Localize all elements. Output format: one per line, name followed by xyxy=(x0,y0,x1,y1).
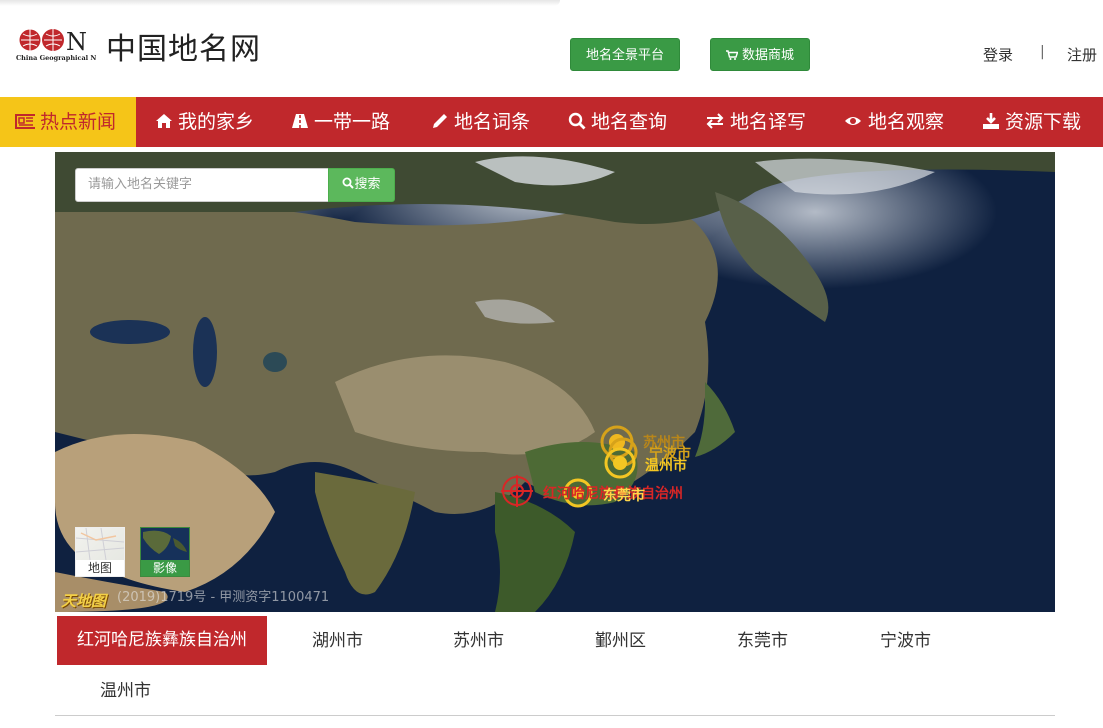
nav-label: 热点新闻 xyxy=(40,111,117,133)
marker-label-dongguan[interactable]: 东莞市 xyxy=(603,485,645,505)
logo-letter-n: N xyxy=(66,28,87,56)
nav-item-observation[interactable]: 地名观察 xyxy=(843,97,944,147)
city-tabs: 红河哈尼族彝族自治州 湖州市 苏州市 鄞州区 东莞市 宁波市 温州市 xyxy=(55,612,1055,716)
tianditu-logo: 天地图 xyxy=(61,592,107,610)
map-thumbnail-icon xyxy=(75,527,125,561)
tab-huzhou[interactable]: 湖州市 xyxy=(312,616,363,666)
login-link[interactable]: 登录 xyxy=(983,44,1013,65)
layer-map-label: 地图 xyxy=(76,560,124,576)
tab-wenzhou[interactable]: 温州市 xyxy=(100,666,151,716)
nav-label: 地名词条 xyxy=(454,111,531,133)
nav-item-translation[interactable]: 地名译写 xyxy=(705,97,806,147)
top-shadow xyxy=(0,0,560,6)
site-title: 中国地名网 xyxy=(106,32,261,67)
satellite-map[interactable]: 苏州市 宁波市 温州市 红河哈尼族彝族自治州 东莞市 请输入地名关键字 搜索 地… xyxy=(55,152,1055,612)
cart-icon xyxy=(725,50,738,60)
newspaper-icon xyxy=(15,114,35,129)
marker-honghe-cross xyxy=(501,475,533,507)
nav-item-query[interactable]: 地名查询 xyxy=(568,97,667,147)
tab-dongguan[interactable]: 东莞市 xyxy=(737,616,788,666)
main-nav: 热点新闻 我的家乡 一带一路 地名词条 地名查询 地名译写 地名观察 资源下载 xyxy=(0,97,1103,147)
nav-item-hot-news[interactable]: 热点新闻 xyxy=(0,97,136,147)
cgn-logo[interactable]: N China Geographical Names xyxy=(16,26,96,62)
nav-item-entries[interactable]: 地名词条 xyxy=(431,97,530,147)
nav-label: 地名译写 xyxy=(730,111,807,133)
tab-yinzhou[interactable]: 鄞州区 xyxy=(595,616,646,666)
home-icon xyxy=(156,114,172,128)
nav-label: 资源下载 xyxy=(1005,111,1082,133)
panorama-platform-button[interactable]: 地名全景平台 xyxy=(570,38,680,71)
layer-switch-imagery[interactable]: 影像 xyxy=(140,527,190,577)
register-link[interactable]: 注册 xyxy=(1067,44,1097,65)
logo-subtitle: China Geographical Names xyxy=(16,54,96,62)
layer-switch-map[interactable]: 地图 xyxy=(75,527,125,577)
exchange-icon xyxy=(706,113,724,129)
place-search-input[interactable]: 请输入地名关键字 xyxy=(75,168,329,202)
road-icon xyxy=(292,114,308,128)
nav-label: 我的家乡 xyxy=(178,111,255,133)
tab-suzhou[interactable]: 苏州市 xyxy=(453,616,504,666)
nav-label: 地名查询 xyxy=(591,111,668,133)
place-search-button[interactable]: 搜索 xyxy=(328,168,395,202)
nav-item-hometown[interactable]: 我的家乡 xyxy=(155,97,254,147)
marker-wenzhou-dot xyxy=(613,456,627,470)
nav-item-belt-road[interactable]: 一带一路 xyxy=(291,97,390,147)
map-copyright: (2019)1719号 - 甲测资字1100471 xyxy=(117,590,330,605)
search-icon xyxy=(342,177,355,189)
pencil-icon xyxy=(433,114,447,128)
header-separator: | xyxy=(1040,44,1045,60)
search-icon xyxy=(568,112,586,130)
layer-imagery-label: 影像 xyxy=(141,560,189,576)
tab-ningbo[interactable]: 宁波市 xyxy=(880,616,931,666)
marker-label-wenzhou[interactable]: 温州市 xyxy=(645,455,687,475)
data-shop-button[interactable]: 数据商城 xyxy=(710,38,810,71)
site-header: N China Geographical Names 中国地名网 地名全景平台 … xyxy=(0,0,1103,97)
eye-icon xyxy=(845,117,861,125)
nav-item-downloads[interactable]: 资源下载 xyxy=(982,97,1081,147)
download-icon xyxy=(983,113,999,129)
imagery-thumbnail-icon xyxy=(143,530,187,554)
nav-label: 地名观察 xyxy=(868,111,945,133)
data-shop-label: 数据商城 xyxy=(741,48,794,63)
tab-honghe[interactable]: 红河哈尼族彝族自治州 xyxy=(57,616,267,665)
map-markers xyxy=(501,425,638,508)
search-button-label: 搜索 xyxy=(354,177,381,192)
nav-label: 一带一路 xyxy=(314,111,391,133)
